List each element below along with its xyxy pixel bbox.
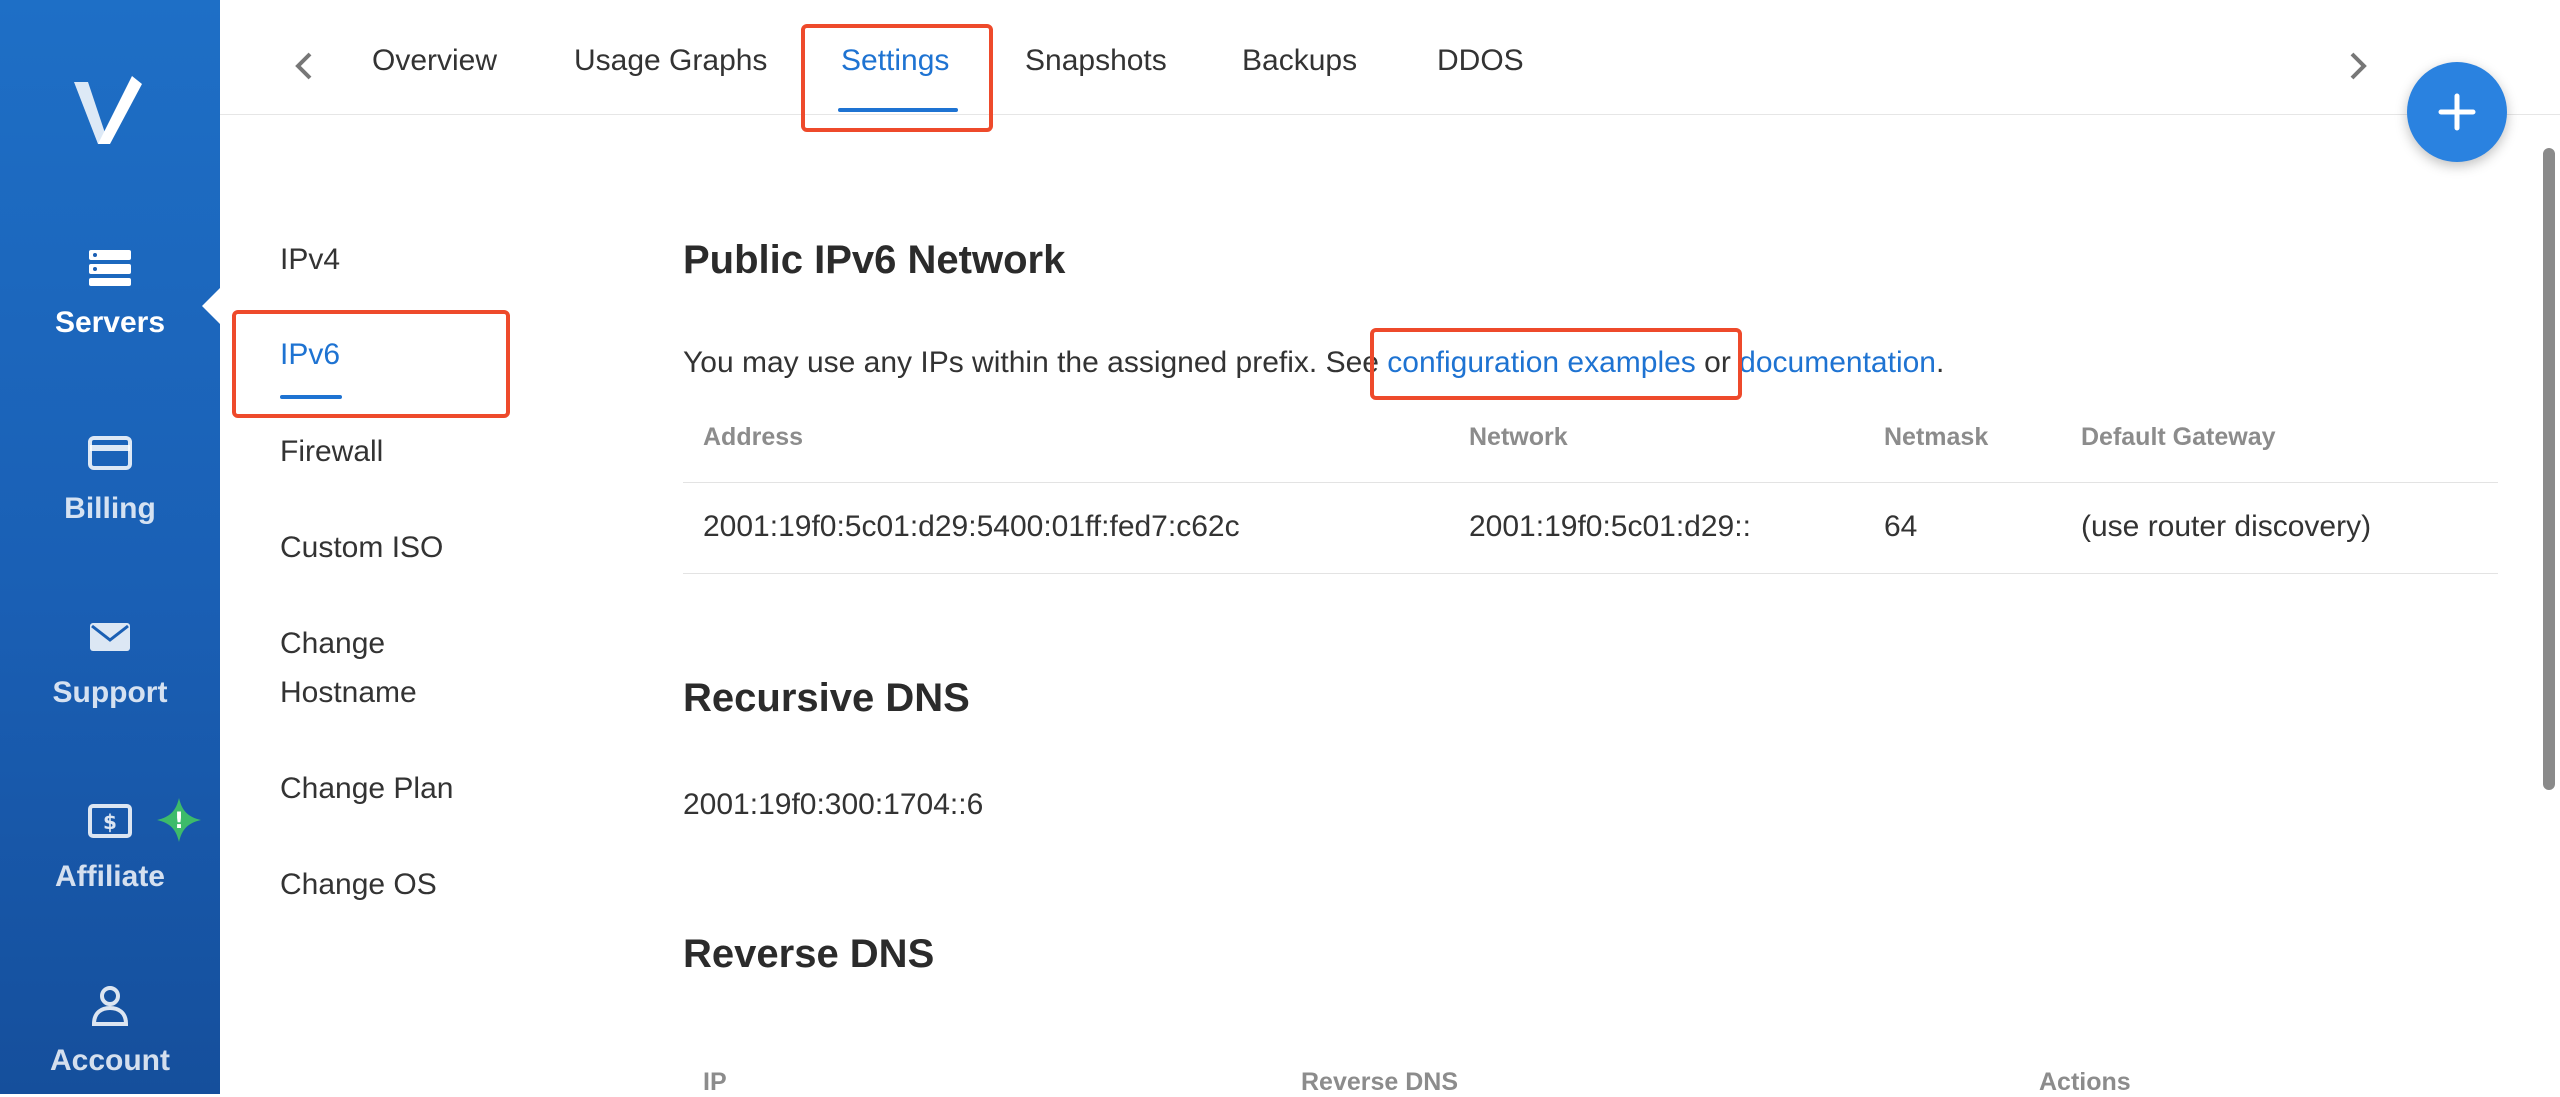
vultr-logo-icon[interactable] bbox=[70, 70, 150, 150]
add-button[interactable] bbox=[2407, 62, 2507, 162]
tab-overview[interactable]: Overview bbox=[372, 44, 497, 78]
chevron-left-icon[interactable] bbox=[290, 48, 320, 84]
column-header-reverse-dns: Reverse DNS bbox=[1301, 1068, 1459, 1096]
cell-default-gateway: (use router discovery) bbox=[2081, 510, 2372, 543]
column-header-actions: Actions bbox=[2039, 1068, 2131, 1096]
servers-icon bbox=[89, 250, 131, 286]
sidebar-item-servers[interactable]: Servers bbox=[0, 244, 220, 340]
cell-netmask: 64 bbox=[1884, 510, 1918, 543]
sidebar-item-label: Servers bbox=[54, 306, 166, 339]
tab-settings[interactable]: Settings bbox=[841, 44, 949, 78]
active-subnav-underline bbox=[280, 395, 342, 399]
column-header-ip: IP bbox=[703, 1068, 727, 1096]
tab-snapshots[interactable]: Snapshots bbox=[1025, 44, 1167, 78]
configuration-examples-link[interactable]: configuration examples bbox=[1387, 346, 1696, 379]
recursive-dns-value: 2001:19f0:300:1704::6 bbox=[683, 788, 984, 821]
table-divider bbox=[683, 482, 2498, 483]
tab-bar: Overview Usage Graphs Settings Snapshots… bbox=[220, 0, 2560, 115]
reverse-dns-title: Reverse DNS bbox=[683, 932, 935, 976]
sidebar-item-billing[interactable]: Billing bbox=[0, 430, 220, 526]
dollar-bill-icon: $ bbox=[88, 804, 132, 838]
alert-badge-icon: ! bbox=[157, 798, 201, 842]
sidebar-item-label: Support bbox=[52, 676, 168, 709]
cell-address: 2001:19f0:5c01:d29:5400:01ff:fed7:c62c bbox=[703, 510, 1240, 543]
subnav-custom-iso[interactable]: Custom ISO bbox=[280, 523, 443, 573]
column-header-default-gateway: Default Gateway bbox=[2081, 423, 2276, 451]
svg-text:$: $ bbox=[103, 810, 117, 834]
sidebar-item-label: Account bbox=[50, 1044, 170, 1077]
subnav-change-plan[interactable]: Change Plan bbox=[280, 764, 453, 814]
chevron-right-icon[interactable] bbox=[2342, 48, 2372, 84]
tab-ddos[interactable]: DDOS bbox=[1437, 44, 1524, 78]
subnav-firewall[interactable]: Firewall bbox=[280, 427, 383, 477]
affiliate-badge-text: ! bbox=[174, 809, 184, 834]
subnav-ipv6[interactable]: IPv6 bbox=[280, 330, 340, 380]
recursive-dns-title: Recursive DNS bbox=[683, 676, 970, 720]
subnav-ipv4[interactable]: IPv4 bbox=[280, 235, 340, 285]
sidebar-item-label: Affiliate bbox=[54, 860, 165, 893]
column-header-network: Network bbox=[1469, 423, 1568, 451]
plus-icon bbox=[2438, 93, 2476, 131]
ipv6-section-title: Public IPv6 Network bbox=[683, 238, 1066, 282]
credit-card-icon bbox=[88, 436, 132, 470]
sidebar-item-support[interactable]: Support bbox=[0, 614, 220, 710]
sidebar-item-label: Billing bbox=[64, 492, 156, 525]
cell-network: 2001:19f0:5c01:d29:: bbox=[1469, 510, 1751, 543]
subnav-change-hostname[interactable]: Change bbox=[280, 619, 385, 669]
tab-backups[interactable]: Backups bbox=[1242, 44, 1357, 78]
envelope-icon bbox=[90, 623, 130, 651]
table-divider bbox=[683, 573, 2498, 574]
user-icon bbox=[91, 986, 129, 1026]
highlight-ipv6-subnav bbox=[232, 310, 510, 418]
tab-usage-graphs[interactable]: Usage Graphs bbox=[574, 44, 767, 78]
subnav-change-hostname-line2[interactable]: Hostname bbox=[280, 668, 417, 718]
active-tab-underline bbox=[838, 108, 958, 112]
documentation-link[interactable]: documentation bbox=[1739, 346, 1936, 379]
column-header-address: Address bbox=[703, 423, 804, 451]
subnav-change-os[interactable]: Change OS bbox=[280, 860, 437, 910]
intro-text: You may use any IPs within the assigned … bbox=[683, 346, 1388, 379]
scrollbar-thumb[interactable] bbox=[2543, 148, 2555, 790]
ipv6-intro: You may use any IPs within the assigned … bbox=[683, 346, 1944, 380]
sidebar-item-account[interactable]: Account bbox=[0, 982, 220, 1078]
sidebar: Servers Billing Support $ Affiliate ! Ac… bbox=[0, 0, 220, 1094]
column-header-netmask: Netmask bbox=[1884, 423, 1989, 451]
intro-end-text: . bbox=[1935, 346, 1945, 379]
intro-middle-text: or bbox=[1695, 346, 1740, 379]
